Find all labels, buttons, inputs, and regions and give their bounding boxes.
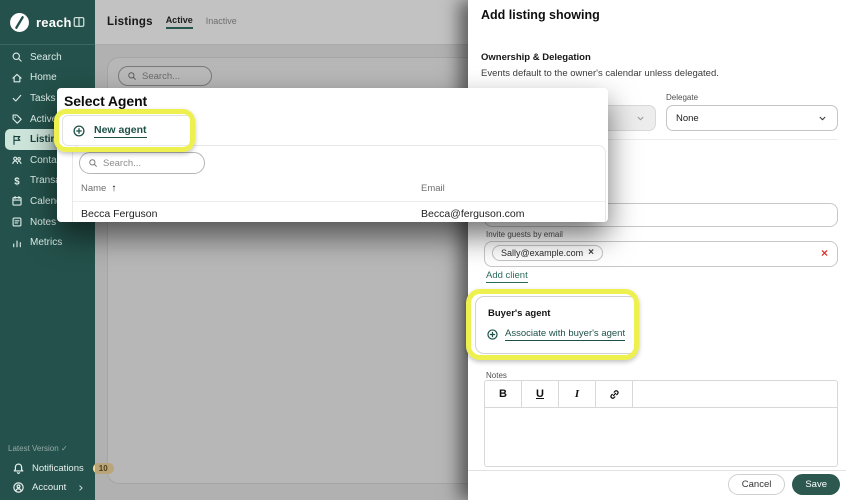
search-icon bbox=[11, 51, 23, 63]
invite-guests-label: Invite guests by email bbox=[486, 230, 563, 239]
column-header-name[interactable]: Name ↑ bbox=[81, 183, 116, 194]
delegate-value: None bbox=[676, 113, 699, 124]
column-header-email: Email bbox=[421, 183, 445, 194]
sidebar-item-label: Metrics bbox=[30, 237, 62, 248]
version-label: Latest Version ✓ bbox=[0, 444, 95, 453]
ownership-heading: Ownership & Delegation bbox=[481, 52, 591, 63]
invite-guests-input[interactable]: Sally@example.com × × bbox=[484, 241, 838, 267]
agent-search-placeholder: Search... bbox=[103, 158, 141, 169]
reach-logo-icon bbox=[9, 12, 30, 33]
sidebar-item-account[interactable]: Account bbox=[0, 478, 95, 497]
notes-toolbar: BUI bbox=[485, 381, 837, 408]
plus-circle-icon bbox=[486, 328, 499, 341]
version-check-icon: ✓ bbox=[61, 444, 68, 453]
italic-button[interactable]: I bbox=[559, 381, 596, 407]
table-divider bbox=[73, 201, 605, 202]
app-window: Listings Active Inactive Search... reach… bbox=[0, 0, 846, 500]
drawer-footer-buttons: Cancel Save bbox=[728, 474, 840, 495]
note-icon bbox=[11, 216, 23, 228]
sidebar-item-label: Notes bbox=[30, 217, 56, 228]
add-client-link[interactable]: Add client bbox=[486, 270, 528, 283]
email-chip-text: Sally@example.com bbox=[501, 248, 583, 258]
sidebar-item-home[interactable]: Home bbox=[0, 68, 95, 89]
drawer-footer-divider bbox=[468, 470, 846, 471]
buyers-agent-card: Buyer's agent Associate with buyer's age… bbox=[475, 296, 638, 354]
tag-icon bbox=[11, 113, 23, 125]
dollar-icon: $ bbox=[11, 175, 23, 187]
add-listing-showing-drawer: Add listing showing Ownership & Delegati… bbox=[468, 0, 846, 500]
new-agent-button[interactable]: New agent bbox=[62, 115, 195, 146]
chevron-right-icon bbox=[76, 483, 86, 493]
buyers-agent-heading: Buyer's agent bbox=[488, 308, 550, 319]
sidebar-item-metrics[interactable]: Metrics bbox=[0, 232, 95, 253]
notes-editor[interactable]: BUI bbox=[484, 380, 838, 467]
flag-icon bbox=[11, 134, 23, 146]
modal-title: Select Agent bbox=[64, 93, 147, 109]
save-button[interactable]: Save bbox=[792, 474, 840, 495]
modal-dim-overlay bbox=[95, 0, 468, 500]
email-chip[interactable]: Sally@example.com × bbox=[492, 245, 603, 261]
sidebar-item-search[interactable]: Search bbox=[0, 47, 95, 68]
contacts-icon bbox=[11, 154, 23, 166]
sidebar-item-notifications[interactable]: Notifications 10 bbox=[0, 459, 95, 478]
ownership-description: Events default to the owner's calendar u… bbox=[481, 68, 719, 79]
agent-search-input[interactable]: Search... bbox=[79, 152, 205, 174]
sidebar-item-label: Search bbox=[30, 52, 62, 63]
bell-icon bbox=[12, 462, 25, 475]
bars-icon bbox=[11, 237, 23, 249]
agent-name-cell: Becca Ferguson bbox=[81, 208, 157, 220]
delegate-label: Delegate bbox=[666, 93, 698, 102]
sidebar-footer: Latest Version ✓ Notifications 10 Accoun… bbox=[0, 444, 95, 497]
agent-list-container: Search... Name ↑ Email Becca Ferguson Be… bbox=[72, 145, 606, 222]
associate-buyers-agent-link[interactable]: Associate with buyer's agent bbox=[486, 328, 625, 341]
tasks-icon bbox=[11, 92, 23, 104]
select-agent-modal: Select Agent New agent Search... Name ↑ … bbox=[57, 88, 608, 222]
cancel-button[interactable]: Cancel bbox=[728, 474, 786, 495]
sort-ascending-icon: ↑ bbox=[111, 183, 116, 194]
chip-remove-icon[interactable]: × bbox=[588, 248, 594, 258]
sidebar-logo-row: reach bbox=[0, 0, 95, 45]
link-icon bbox=[608, 388, 621, 401]
sidebar: reach SearchHomeTasksActive ClientsListi… bbox=[0, 0, 95, 500]
collapse-sidebar-icon[interactable] bbox=[72, 15, 86, 29]
agent-email-cell: Becca@ferguson.com bbox=[421, 208, 524, 220]
sidebar-item-label: Tasks bbox=[30, 93, 56, 104]
bold-button[interactable]: B bbox=[485, 381, 522, 407]
chevron-down-icon bbox=[817, 113, 828, 124]
home-icon bbox=[11, 72, 23, 84]
calendar-icon bbox=[11, 195, 23, 207]
brand-name: reach bbox=[36, 15, 72, 30]
underline-button[interactable]: U bbox=[522, 381, 559, 407]
drawer-title: Add listing showing bbox=[481, 8, 600, 22]
delegate-select[interactable]: None bbox=[666, 105, 838, 131]
plus-circle-icon bbox=[72, 124, 86, 138]
account-icon bbox=[12, 481, 25, 494]
clear-field-icon[interactable]: × bbox=[821, 247, 828, 259]
chevron-down-icon bbox=[635, 113, 646, 124]
sidebar-item-label: Home bbox=[30, 72, 57, 83]
notes-label: Notes bbox=[486, 371, 507, 380]
link-button[interactable] bbox=[596, 381, 633, 407]
svg-text:$: $ bbox=[14, 176, 20, 187]
search-icon bbox=[88, 158, 98, 168]
